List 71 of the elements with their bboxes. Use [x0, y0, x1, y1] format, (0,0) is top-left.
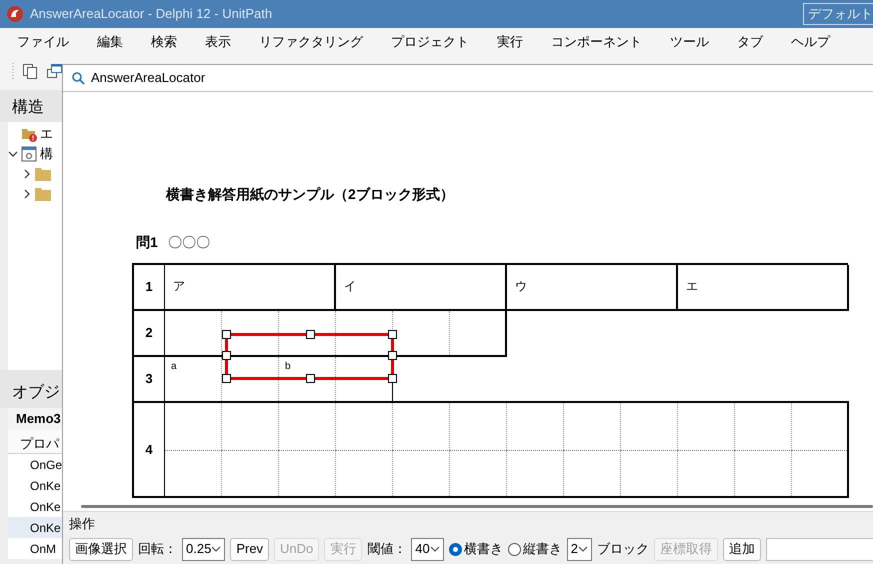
menu-item[interactable]: 検索: [151, 32, 177, 52]
resize-handle[interactable]: [222, 351, 231, 360]
row-number: 2: [134, 311, 165, 357]
menu-item[interactable]: 実行: [497, 32, 523, 52]
resize-handle[interactable]: [388, 351, 397, 360]
menu-item[interactable]: 編集: [97, 32, 123, 52]
radio-option[interactable]: 縦書き: [508, 539, 562, 559]
chevron-down-icon: [430, 546, 440, 552]
answer-cell: イ: [336, 265, 507, 311]
combo-box[interactable]: 0.25: [182, 538, 226, 560]
resize-handle[interactable]: [222, 330, 231, 339]
row-number: 3: [134, 357, 165, 403]
property-row[interactable]: OnKe: [8, 517, 62, 538]
action-button[interactable]: 追加: [723, 538, 761, 560]
chevron-down-icon[interactable]: [8, 149, 18, 159]
row-number: 1: [134, 265, 165, 311]
answer-cell: [450, 311, 507, 357]
group-title: 操作: [69, 515, 96, 533]
sheet-title: 横書き解答用紙のサンプル（2ブロック形式）: [166, 185, 455, 204]
field-label: ブロック: [597, 540, 649, 558]
answer-cell: エ: [678, 265, 849, 311]
layout-selector[interactable]: デフォルト: [803, 3, 873, 25]
chevron-down-icon: [578, 546, 588, 552]
action-button[interactable]: 画像選択: [69, 538, 133, 560]
radio-option[interactable]: 横書き: [448, 539, 503, 559]
menu-item[interactable]: プロジェクト: [391, 32, 469, 52]
resize-handle[interactable]: [306, 330, 315, 339]
cell-label: b: [285, 360, 291, 374]
object-selector[interactable]: Memo3: [8, 408, 62, 430]
chevron-right-icon[interactable]: [22, 169, 32, 179]
resize-handle[interactable]: [388, 374, 397, 383]
resize-handle[interactable]: [306, 374, 315, 383]
copy-icon[interactable]: [22, 63, 38, 79]
window-title: AnswerAreaLocator - Delphi 12 - UnitPath: [30, 5, 272, 24]
search-app-icon: [71, 71, 85, 85]
form-icon: [21, 146, 37, 162]
answer-cell: ウ: [507, 265, 678, 311]
menu-item[interactable]: ヘルプ: [791, 32, 830, 52]
app-logo-icon: [6, 5, 24, 23]
question-text: 〇〇〇: [168, 233, 210, 252]
action-button[interactable]: Prev: [230, 538, 270, 560]
menu-item[interactable]: タブ: [737, 32, 763, 52]
folder-icon: [35, 187, 51, 201]
tree-item-label[interactable]: 構: [40, 144, 53, 164]
resize-handle[interactable]: [388, 330, 397, 339]
question-number: 問1: [136, 233, 158, 252]
selection-rectangle[interactable]: [225, 333, 394, 380]
folder-error-icon: [21, 126, 37, 142]
combo-box[interactable]: 2: [566, 538, 592, 560]
row-number: 4: [134, 403, 165, 498]
panel-title: 構造: [12, 98, 44, 118]
field-label: 閾値：: [367, 540, 406, 558]
menu-item[interactable]: 表示: [205, 32, 231, 52]
combo-box[interactable]: 40: [411, 538, 444, 560]
folder-icon: [35, 167, 51, 181]
horizontal-scrollbar[interactable]: [81, 505, 873, 508]
menu-item[interactable]: リファクタリング: [259, 32, 363, 52]
windows-icon[interactable]: [46, 63, 62, 79]
text-field[interactable]: [766, 538, 873, 560]
window-title: AnswerAreaLocator: [91, 69, 206, 88]
resize-handle[interactable]: [222, 374, 231, 383]
menu-item[interactable]: ファイル: [17, 32, 69, 52]
tree-item-label[interactable]: エ: [40, 124, 53, 144]
panel-title: オブジ: [12, 382, 60, 403]
field-label: 回転：: [138, 540, 177, 558]
chevron-right-icon[interactable]: [22, 189, 32, 199]
cell-label: a: [171, 360, 177, 374]
answer-cell: ア: [165, 265, 336, 311]
menu-item[interactable]: ツール: [670, 32, 709, 52]
menu-item[interactable]: コンポーネント: [551, 32, 642, 52]
chevron-down-icon: [211, 546, 222, 552]
